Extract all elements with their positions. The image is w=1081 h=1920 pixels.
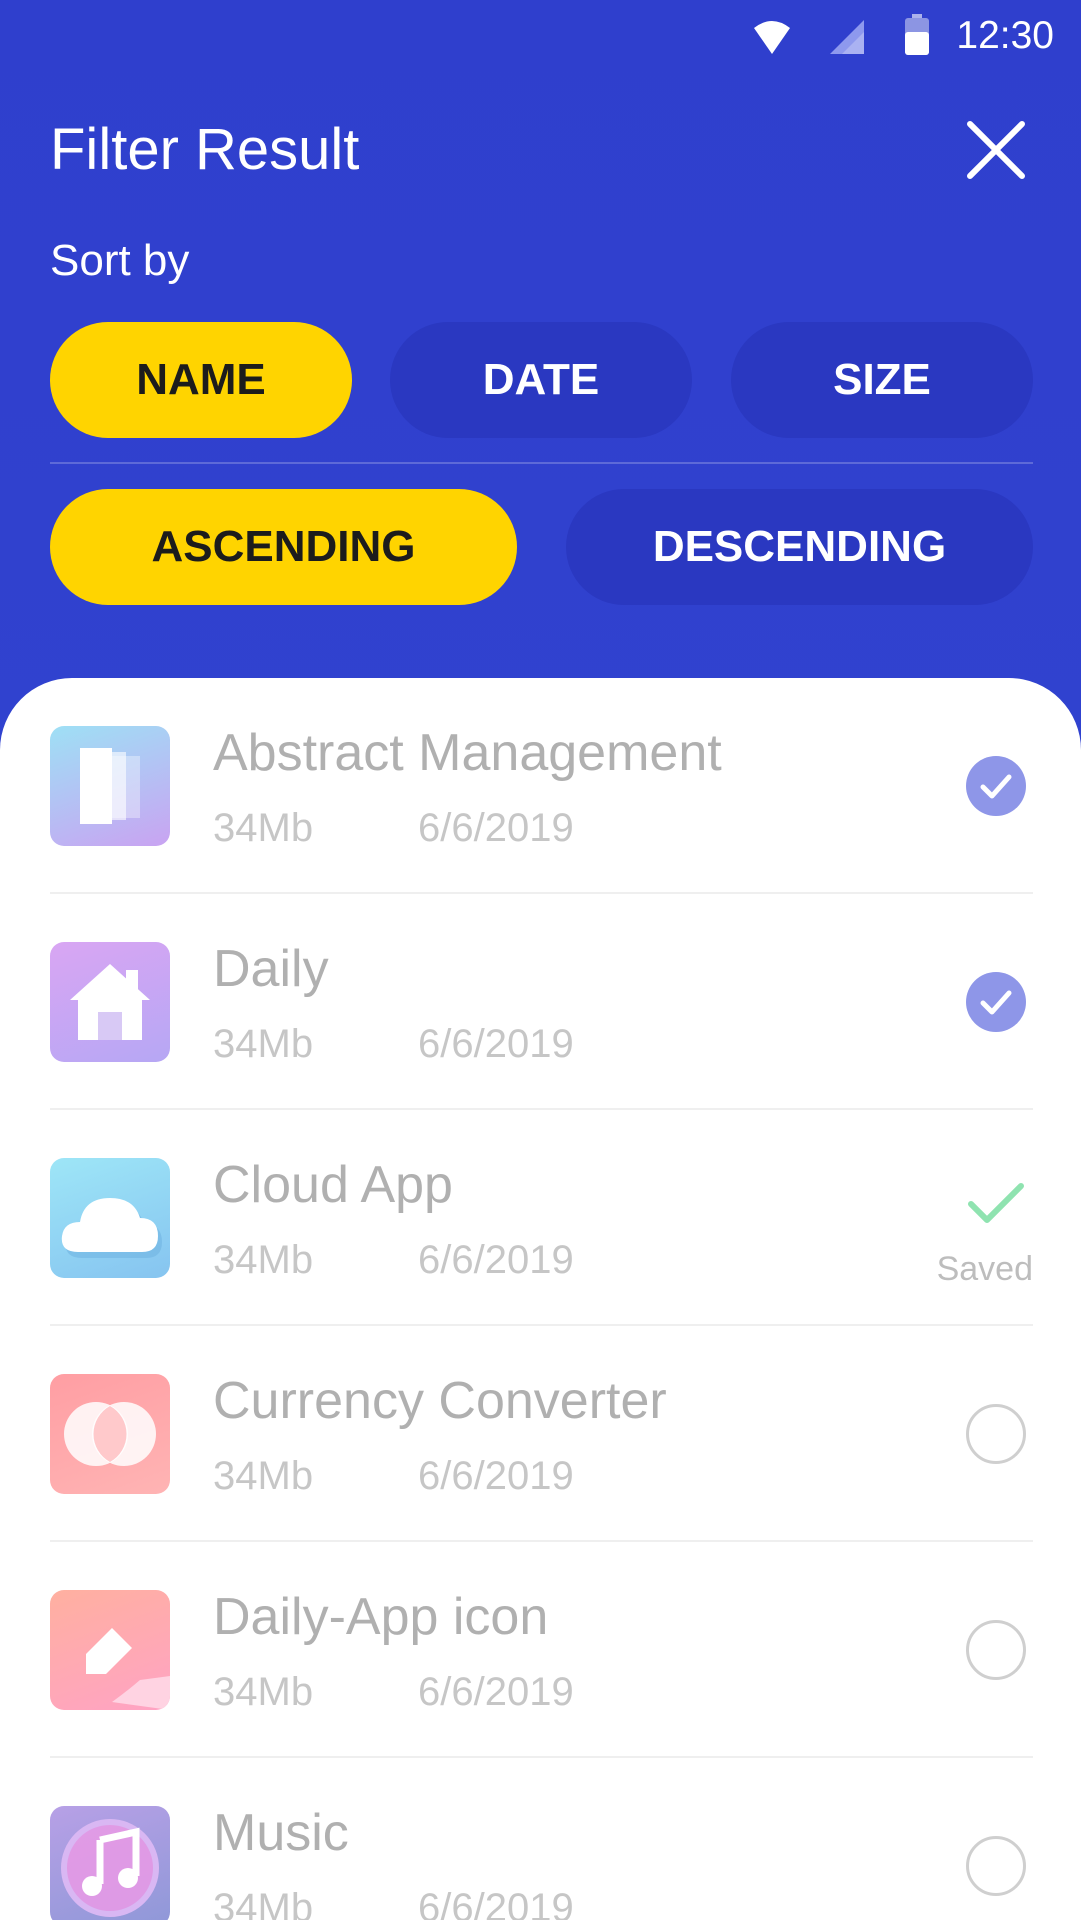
order-ascending-button[interactable]: ASCENDING	[50, 489, 517, 605]
list-item[interactable]: Abstract Management 34Mb 6/6/2019	[0, 678, 1081, 894]
status-time: 12:30	[956, 14, 1054, 57]
unchecked-circle-icon[interactable]	[966, 1836, 1026, 1896]
item-size: 34Mb	[213, 1454, 314, 1498]
order-descending-button[interactable]: DESCENDING	[566, 489, 1033, 605]
sort-date-button[interactable]: DATE	[390, 322, 692, 438]
item-date: 6/6/2019	[418, 1022, 574, 1066]
item-size: 34Mb	[213, 1886, 314, 1920]
saved-label: Saved	[936, 1250, 1033, 1288]
header-divider	[50, 462, 1033, 464]
sort-size-button[interactable]: SIZE	[731, 322, 1033, 438]
checked-icon[interactable]	[966, 972, 1026, 1032]
item-name: Abstract Management	[213, 724, 722, 782]
item-date: 6/6/2019	[418, 1238, 574, 1282]
list-item[interactable]: Cloud App 34Mb 6/6/2019 Saved	[0, 1110, 1081, 1326]
home-icon	[50, 942, 170, 1062]
item-name: Currency Converter	[213, 1372, 667, 1430]
cellular-signal-icon	[830, 20, 864, 54]
item-name: Cloud App	[213, 1156, 453, 1214]
filter-result-screen: 12:30 Filter Result Sort by NAME DATE SI…	[0, 0, 1081, 1920]
list-item[interactable]: Daily-App icon 34Mb 6/6/2019	[0, 1542, 1081, 1758]
saved-check-icon	[968, 1183, 1024, 1223]
page-title: Filter Result	[50, 117, 360, 182]
results-list: Abstract Management 34Mb 6/6/2019 Daily …	[0, 678, 1081, 1920]
cloud-icon	[50, 1158, 170, 1278]
close-icon[interactable]	[964, 118, 1028, 182]
checked-icon[interactable]	[966, 756, 1026, 816]
list-item[interactable]: Daily 34Mb 6/6/2019	[0, 894, 1081, 1110]
item-date: 6/6/2019	[418, 1886, 574, 1920]
list-item[interactable]: Music 34Mb 6/6/2019	[0, 1758, 1081, 1920]
sort-name-button[interactable]: NAME	[50, 322, 352, 438]
item-date: 6/6/2019	[418, 1454, 574, 1498]
item-size: 34Mb	[213, 806, 314, 850]
item-name: Daily-App icon	[213, 1588, 549, 1646]
currency-converter-icon	[50, 1374, 170, 1494]
list-item[interactable]: Currency Converter 34Mb 6/6/2019	[0, 1326, 1081, 1542]
status-bar: 12:30	[0, 0, 1081, 75]
battery-icon	[905, 14, 929, 55]
item-size: 34Mb	[213, 1022, 314, 1066]
item-name: Daily	[213, 940, 329, 998]
unchecked-circle-icon[interactable]	[966, 1620, 1026, 1680]
item-date: 6/6/2019	[418, 1670, 574, 1714]
item-name: Music	[213, 1804, 349, 1862]
item-size: 34Mb	[213, 1670, 314, 1714]
saved-status: Saved	[913, 1182, 1033, 1292]
eraser-icon	[50, 1590, 170, 1710]
item-date: 6/6/2019	[418, 806, 574, 850]
sort-by-label: Sort by	[50, 236, 190, 285]
wifi-icon	[754, 21, 790, 54]
unchecked-circle-icon[interactable]	[966, 1404, 1026, 1464]
abstract-management-icon	[50, 726, 170, 846]
item-size: 34Mb	[213, 1238, 314, 1282]
music-note-icon	[50, 1806, 170, 1920]
